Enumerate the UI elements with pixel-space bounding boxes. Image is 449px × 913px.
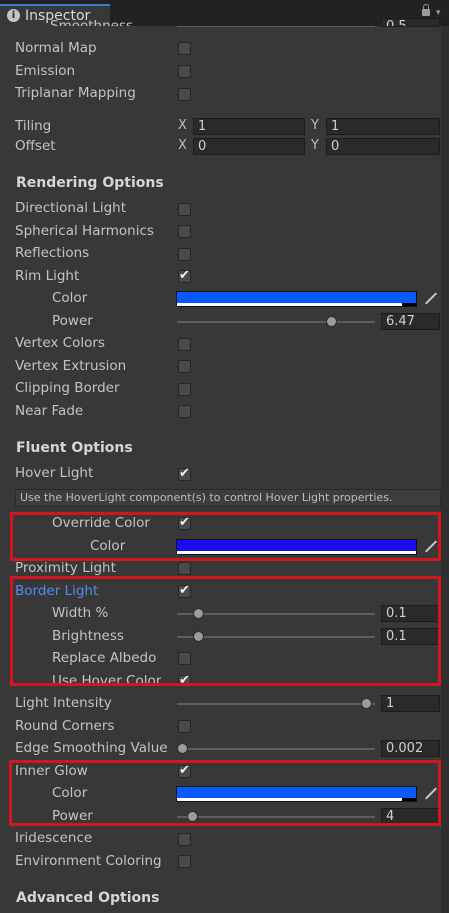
triplanar-label: Triplanar Mapping (15, 85, 136, 101)
eyedropper-icon[interactable] (424, 292, 438, 306)
iridescence-checkbox[interactable] (178, 833, 191, 846)
reflections-checkbox[interactable] (178, 248, 191, 261)
light-intensity-value[interactable]: 1 (381, 695, 440, 712)
lock-icon[interactable] (422, 4, 430, 16)
hover-light-label: Hover Light (15, 465, 94, 481)
light-intensity-slider-track[interactable] (177, 703, 375, 705)
rim-power-slider-track[interactable] (177, 321, 375, 323)
rim-power-value[interactable]: 6.47 (381, 313, 440, 330)
reflections-label: Reflections (15, 245, 90, 261)
light-intensity-slider-thumb[interactable] (361, 698, 372, 709)
fluent-options-header: Fluent Options (16, 440, 133, 456)
scrollbar[interactable] (441, 26, 449, 913)
spherical-harmonics-checkbox[interactable] (178, 225, 191, 238)
edge-smoothing-label: Edge Smoothing Value (15, 740, 168, 756)
directional-light-checkbox[interactable] (178, 203, 191, 216)
tiling-x-field[interactable]: 1 (193, 118, 305, 135)
environment-coloring-label: Environment Coloring (15, 853, 162, 869)
smoothness-label: Smoothness (50, 18, 134, 26)
highlight-inner-glow (9, 760, 441, 826)
rim-power-label: Power (52, 313, 93, 329)
vertex-colors-label: Vertex Colors (15, 335, 105, 351)
offset-y-axis: Y (311, 138, 319, 153)
hover-light-help-box: Use the HoverLight component(s) to contr… (15, 489, 441, 507)
normal-map-label: Normal Map (15, 40, 97, 56)
rim-color-label: Color (52, 290, 88, 306)
near-fade-checkbox[interactable] (178, 405, 191, 418)
emission-checkbox[interactable] (178, 65, 191, 78)
offset-label: Offset (15, 138, 56, 154)
rim-power-slider-thumb[interactable] (326, 316, 337, 327)
directional-light-label: Directional Light (15, 200, 126, 216)
rim-light-checkbox[interactable] (178, 268, 191, 283)
context-menu-icon[interactable]: ▾ (436, 8, 441, 18)
hover-light-checkbox[interactable] (178, 466, 191, 481)
smoothness-value[interactable]: 0.5 (381, 18, 440, 27)
emission-label: Emission (15, 63, 76, 79)
offset-x-axis: X (178, 138, 187, 153)
edge-smoothing-slider-track[interactable] (177, 748, 375, 750)
smoothness-slider[interactable] (177, 26, 375, 27)
round-corners-checkbox[interactable] (178, 720, 191, 733)
light-intensity-label: Light Intensity (15, 695, 112, 711)
vertex-extrusion-checkbox[interactable] (178, 360, 191, 373)
iridescence-label: Iridescence (15, 830, 93, 846)
info-icon: i (7, 9, 20, 22)
tiling-y-field[interactable]: 1 (326, 118, 440, 135)
tiling-label: Tiling (15, 118, 52, 134)
spherical-harmonics-label: Spherical Harmonics (15, 223, 154, 239)
proximity-light-checkbox[interactable] (178, 562, 191, 575)
clipping-border-checkbox[interactable] (178, 383, 191, 396)
highlight-override-color (10, 512, 441, 561)
normal-map-checkbox[interactable] (178, 42, 191, 55)
rendering-options-header: Rendering Options (16, 175, 164, 191)
clipping-border-label: Clipping Border (15, 380, 120, 396)
highlight-border-light (10, 576, 441, 686)
proximity-light-label: Proximity Light (15, 560, 116, 576)
vertex-colors-checkbox[interactable] (178, 338, 191, 351)
tiling-x-axis: X (178, 118, 187, 133)
rim-light-label: Rim Light (15, 268, 80, 284)
rim-color-swatch[interactable] (176, 291, 417, 307)
advanced-options-header: Advanced Options (16, 890, 160, 906)
triplanar-checkbox[interactable] (178, 88, 191, 101)
offset-x-field[interactable]: 0 (193, 138, 305, 155)
edge-smoothing-value[interactable]: 0.002 (381, 740, 440, 757)
environment-coloring-checkbox[interactable] (178, 855, 191, 868)
vertex-extrusion-label: Vertex Extrusion (15, 358, 127, 374)
round-corners-label: Round Corners (15, 718, 115, 734)
near-fade-label: Near Fade (15, 403, 84, 419)
tiling-y-axis: Y (311, 118, 319, 133)
offset-y-field[interactable]: 0 (326, 138, 440, 155)
edge-smoothing-slider-thumb[interactable] (177, 743, 188, 754)
